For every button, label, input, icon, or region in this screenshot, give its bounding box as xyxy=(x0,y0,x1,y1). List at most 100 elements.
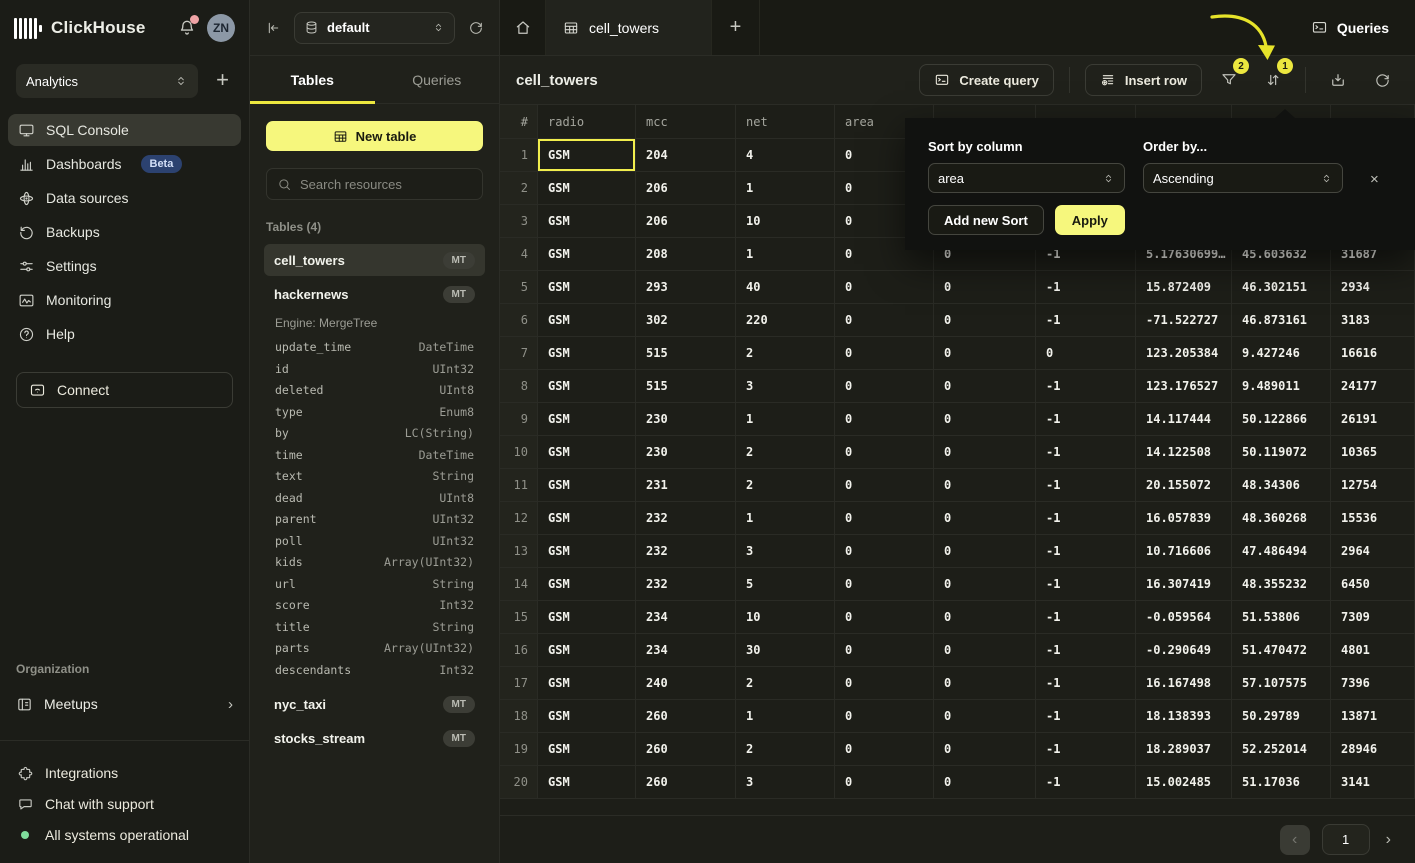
table-cell[interactable]: 51.53806 xyxy=(1232,601,1331,634)
table-cell[interactable]: 14.117444 xyxy=(1136,403,1232,436)
table-cell[interactable]: 206 xyxy=(636,172,736,205)
filter-button[interactable]: 2 xyxy=(1212,64,1246,96)
table-cell[interactable]: 0 xyxy=(835,304,934,337)
table-cell[interactable]: 48.355232 xyxy=(1232,568,1331,601)
sort-column-select[interactable]: area xyxy=(928,163,1125,193)
table-cell[interactable]: 0 xyxy=(835,271,934,304)
table-cell[interactable]: 2 xyxy=(736,337,835,370)
table-cell[interactable]: GSM xyxy=(538,634,636,667)
table-cell[interactable]: 0 xyxy=(934,370,1036,403)
prev-page-button[interactable]: ‹ xyxy=(1280,825,1310,855)
table-cell[interactable]: 0 xyxy=(835,436,934,469)
table-cell[interactable]: 50.29789 xyxy=(1232,700,1331,733)
table-cell[interactable]: -1 xyxy=(1036,403,1136,436)
search-input[interactable] xyxy=(300,177,476,192)
table-cell[interactable]: 48.360268 xyxy=(1232,502,1331,535)
sidebar-item-dashboards[interactable]: DashboardsBeta xyxy=(8,148,241,180)
table-cell[interactable]: GSM xyxy=(538,139,636,172)
sidebar-item-backups[interactable]: Backups xyxy=(8,216,241,248)
table-cell[interactable]: 515 xyxy=(636,370,736,403)
table-cell[interactable]: 2 xyxy=(736,733,835,766)
table-cell[interactable]: 50.122866 xyxy=(1232,403,1331,436)
table-cell[interactable]: 48.34306 xyxy=(1232,469,1331,502)
sidebar-item-meetups[interactable]: Meetups › xyxy=(16,688,233,720)
table-cell[interactable]: GSM xyxy=(538,733,636,766)
table-cell[interactable]: 0 xyxy=(934,568,1036,601)
table-cell[interactable]: 204 xyxy=(636,139,736,172)
table-cell[interactable]: 9.489011 xyxy=(1232,370,1331,403)
refresh-button[interactable] xyxy=(1365,64,1399,96)
sidebar-item-sql-console[interactable]: SQL Console xyxy=(8,114,241,146)
table-cell[interactable]: 0 xyxy=(934,436,1036,469)
table-cell[interactable]: 0 xyxy=(934,733,1036,766)
table-cell[interactable]: 0 xyxy=(835,733,934,766)
download-button[interactable] xyxy=(1321,64,1355,96)
table-cell[interactable]: -0.059564 xyxy=(1136,601,1232,634)
insert-row-button[interactable]: Insert row xyxy=(1085,64,1202,96)
table-cell[interactable]: 260 xyxy=(636,733,736,766)
connect-button[interactable]: Connect xyxy=(16,372,233,408)
table-cell[interactable]: 260 xyxy=(636,766,736,799)
main-tab-cell-towers[interactable]: cell_towers xyxy=(546,0,712,55)
table-cell[interactable]: 208 xyxy=(636,238,736,271)
table-cell[interactable]: 12754 xyxy=(1331,469,1415,502)
table-cell[interactable]: 24177 xyxy=(1331,370,1415,403)
table-cell[interactable]: GSM xyxy=(538,238,636,271)
table-cell[interactable]: -1 xyxy=(1036,667,1136,700)
sidebar-item-monitoring[interactable]: Monitoring xyxy=(8,284,241,316)
sidebar-item-settings[interactable]: Settings xyxy=(8,250,241,282)
table-cell[interactable]: 1 xyxy=(736,502,835,535)
table-cell[interactable]: 51.17036 xyxy=(1232,766,1331,799)
table-cell[interactable]: 0 xyxy=(934,337,1036,370)
table-cell[interactable]: 0 xyxy=(934,634,1036,667)
table-cell[interactable]: -1 xyxy=(1036,271,1136,304)
table-cell[interactable]: 16616 xyxy=(1331,337,1415,370)
table-cell[interactable]: 123.205384 xyxy=(1136,337,1232,370)
table-cell[interactable]: GSM xyxy=(538,601,636,634)
table-cell[interactable]: 52.252014 xyxy=(1232,733,1331,766)
table-cell[interactable]: -0.290649 xyxy=(1136,634,1232,667)
table-cell[interactable]: GSM xyxy=(538,403,636,436)
refresh-panel-icon[interactable] xyxy=(468,20,484,36)
table-cell[interactable]: GSM xyxy=(538,535,636,568)
home-tab[interactable] xyxy=(500,0,546,55)
table-cell[interactable]: -1 xyxy=(1036,370,1136,403)
table-cell[interactable]: 40 xyxy=(736,271,835,304)
table-cell[interactable]: 3 xyxy=(736,535,835,568)
notifications-bell-icon[interactable] xyxy=(177,18,197,38)
table-cell[interactable]: 0 xyxy=(835,601,934,634)
create-query-button[interactable]: Create query xyxy=(919,64,1053,96)
table-cell[interactable]: 302 xyxy=(636,304,736,337)
table-cell[interactable]: 1 xyxy=(736,172,835,205)
table-cell[interactable]: -71.522727 xyxy=(1136,304,1232,337)
table-cell[interactable]: 51.470472 xyxy=(1232,634,1331,667)
table-cell[interactable]: GSM xyxy=(538,436,636,469)
table-cell[interactable]: 0 xyxy=(934,766,1036,799)
sort-order-select[interactable]: Ascending xyxy=(1143,163,1343,193)
table-cell[interactable]: 10.716606 xyxy=(1136,535,1232,568)
column-header[interactable]: mcc xyxy=(636,105,736,139)
table-cell[interactable]: 0 xyxy=(835,370,934,403)
table-cell[interactable]: 2 xyxy=(736,469,835,502)
table-cell[interactable]: GSM xyxy=(538,205,636,238)
table-cell[interactable]: 0 xyxy=(835,535,934,568)
workspace-select[interactable]: Analytics xyxy=(16,64,198,98)
table-cell[interactable]: GSM xyxy=(538,304,636,337)
table-cell[interactable]: GSM xyxy=(538,766,636,799)
table-cell[interactable]: 232 xyxy=(636,568,736,601)
table-cell[interactable]: 4 xyxy=(736,139,835,172)
table-cell[interactable]: 28946 xyxy=(1331,733,1415,766)
table-cell[interactable]: 0 xyxy=(835,667,934,700)
table-cell[interactable]: 20.155072 xyxy=(1136,469,1232,502)
table-item-hackernews[interactable]: hackernewsMT xyxy=(264,278,485,310)
avatar[interactable]: ZN xyxy=(207,14,235,42)
next-page-button[interactable]: › xyxy=(1382,831,1395,849)
column-header[interactable]: radio xyxy=(538,105,636,139)
table-cell[interactable]: 230 xyxy=(636,436,736,469)
table-cell[interactable]: 0 xyxy=(934,304,1036,337)
table-cell[interactable]: 46.302151 xyxy=(1232,271,1331,304)
table-cell[interactable]: GSM xyxy=(538,172,636,205)
apply-sort-button[interactable]: Apply xyxy=(1055,205,1125,235)
table-cell[interactable]: 16.057839 xyxy=(1136,502,1232,535)
table-cell[interactable]: 232 xyxy=(636,502,736,535)
